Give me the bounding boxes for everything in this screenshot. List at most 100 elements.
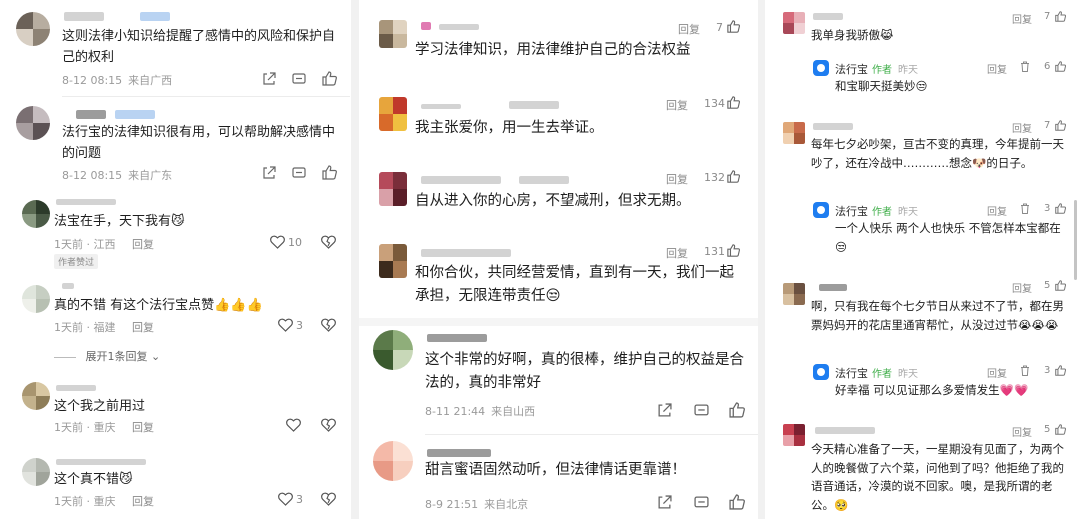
username[interactable] [813,13,843,20]
avatar[interactable] [16,12,50,46]
username[interactable] [509,101,559,109]
username[interactable] [427,334,487,342]
username[interactable] [421,104,461,109]
avatar[interactable] [783,424,805,446]
broken-heart-icon[interactable] [321,418,336,432]
thumbs-up-icon[interactable] [1055,120,1066,131]
thumbs-up-icon[interactable] [1055,203,1066,214]
comment-icon[interactable] [292,72,306,86]
trash-icon[interactable] [1020,61,1030,72]
reply-button[interactable]: 回复 [132,236,154,252]
avatar[interactable] [379,97,407,131]
username[interactable] [421,176,501,184]
share-icon[interactable] [657,403,672,418]
avatar[interactable] [373,330,413,370]
comment-text: 甜言蜜语固然动听，但法律情话更靠谱！ [425,462,686,478]
avatar[interactable] [22,382,50,410]
avatar[interactable] [379,244,407,278]
share-icon[interactable] [657,495,672,510]
reply-button[interactable]: 回复 [1012,11,1032,26]
emoji: 😒 [915,79,928,93]
like-count: 3 [296,493,303,506]
author-name[interactable]: 法行宝 [835,367,868,380]
comment-icon[interactable] [694,495,709,510]
username[interactable] [56,385,96,391]
thumbs-up-icon[interactable] [729,402,745,418]
comment-meta: 8-12 08:15 来自广东 [62,167,178,183]
thumbs-up-icon[interactable] [727,96,740,109]
reply-button[interactable]: 回复 [666,245,688,261]
reply-button[interactable]: 回复 [987,61,1007,76]
author-name[interactable]: 法行宝 [835,63,868,76]
thumbs-up-icon[interactable] [1055,280,1066,291]
thumbs-up-icon[interactable] [1055,365,1066,376]
username[interactable] [56,459,146,465]
author-name[interactable]: 法行宝 [835,205,868,218]
chevron-down-icon: ⌄ [147,350,161,363]
avatar[interactable] [379,172,407,206]
reply-button[interactable]: 回复 [1012,424,1032,439]
avatar[interactable] [16,106,50,140]
reply-button[interactable]: 回复 [666,171,688,187]
username[interactable] [813,123,853,130]
comment-icon[interactable] [694,403,709,418]
heart-icon[interactable] [278,492,293,506]
username[interactable] [819,284,847,291]
avatar[interactable] [783,283,805,305]
broken-heart-icon[interactable] [321,318,336,332]
username[interactable] [76,110,106,119]
username[interactable] [64,12,104,21]
reply-button[interactable]: 回复 [132,493,154,509]
thumbs-up-icon[interactable] [727,20,740,33]
username[interactable] [427,449,491,457]
username[interactable] [115,110,155,119]
reply-button[interactable]: 回复 [132,419,154,435]
broken-heart-icon[interactable] [321,235,336,249]
trash-icon[interactable] [1020,365,1030,376]
username[interactable] [815,427,875,434]
share-icon[interactable] [262,72,276,86]
trash-icon[interactable] [1020,203,1030,214]
author-avatar[interactable] [813,202,829,218]
heart-icon[interactable] [270,235,285,249]
username[interactable] [62,283,74,289]
username[interactable] [140,12,170,21]
avatar[interactable] [379,20,407,48]
share-icon[interactable] [262,166,276,180]
reply-button[interactable]: 回复 [987,203,1007,218]
thumbs-up-icon[interactable] [727,170,740,183]
expand-replies-button[interactable]: 展开1条回复 ⌄ [54,348,161,364]
author-avatar[interactable] [813,364,829,380]
username[interactable] [439,24,479,30]
reply-button[interactable]: 回复 [987,365,1007,380]
heart-icon[interactable] [278,318,293,332]
username[interactable] [421,22,431,30]
thumbs-up-icon[interactable] [1055,424,1066,435]
scrollbar[interactable] [1074,200,1077,280]
reply-button[interactable]: 回复 [1012,120,1032,135]
avatar[interactable] [22,200,50,228]
username[interactable] [56,199,116,205]
reply-button[interactable]: 回复 [1012,280,1032,295]
reply-button[interactable]: 回复 [666,97,688,113]
comment-icon[interactable] [292,166,306,180]
avatar[interactable] [783,122,805,144]
avatar[interactable] [22,285,50,313]
thumbs-up-icon[interactable] [322,71,337,86]
heart-icon[interactable] [286,418,301,432]
comment-date: 8-12 08:15 [62,74,123,87]
reply-button[interactable]: 回复 [132,319,154,335]
thumbs-up-icon[interactable] [322,165,337,180]
thumbs-up-icon[interactable] [1055,61,1066,72]
username[interactable] [421,249,511,257]
username[interactable] [519,176,569,184]
author-avatar[interactable] [813,60,829,76]
avatar[interactable] [373,441,413,481]
broken-heart-icon[interactable] [321,492,336,506]
thumbs-up-icon[interactable] [729,494,745,510]
thumbs-up-icon[interactable] [1055,11,1066,22]
reply-button[interactable]: 回复 [678,21,700,37]
thumbs-up-icon[interactable] [727,244,740,257]
avatar[interactable] [22,458,50,486]
avatar[interactable] [783,12,805,34]
